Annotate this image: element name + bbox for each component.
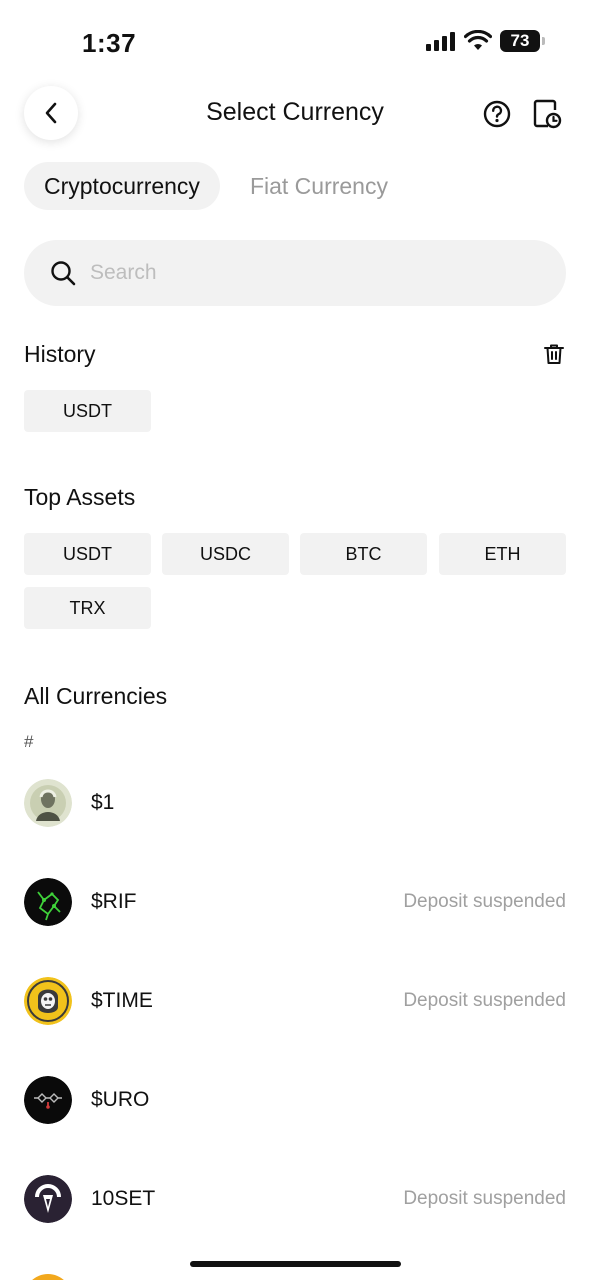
search-bar[interactable] bbox=[24, 240, 566, 306]
status-time: 1:37 bbox=[82, 28, 137, 58]
tab-fiat-currency[interactable]: Fiat Currency bbox=[250, 162, 388, 210]
currency-row-4[interactable]: $URO bbox=[24, 1075, 566, 1125]
one-dollar-icon bbox=[24, 779, 72, 827]
top-asset-chip-btc[interactable]: BTC bbox=[300, 533, 427, 575]
cellular-signal-icon bbox=[426, 32, 455, 51]
history-title: History bbox=[24, 341, 96, 367]
tab-cryptocurrency[interactable]: Cryptocurrency bbox=[24, 162, 220, 210]
time-icon bbox=[24, 977, 72, 1025]
index-letter: # bbox=[24, 732, 34, 751]
order-history-icon[interactable] bbox=[532, 98, 562, 130]
top-assets-title: Top Assets bbox=[24, 484, 136, 510]
top-asset-chip-trx[interactable]: TRX bbox=[24, 587, 151, 629]
currency-name: $1 bbox=[91, 791, 115, 814]
top-asset-chip-usdt[interactable]: USDT bbox=[24, 533, 151, 575]
status-icons: 73 bbox=[426, 30, 545, 52]
uro-icon bbox=[24, 1076, 72, 1124]
trash-icon[interactable] bbox=[542, 342, 566, 366]
currency-name: $RIF bbox=[91, 890, 137, 913]
help-icon[interactable] bbox=[482, 99, 512, 129]
home-indicator[interactable] bbox=[190, 1261, 401, 1267]
next-currency-icon bbox=[24, 1274, 72, 1280]
currency-name: $TIME bbox=[91, 989, 153, 1012]
currency-status: Deposit suspended bbox=[403, 891, 566, 912]
battery-icon: 73 bbox=[500, 30, 545, 52]
search-input[interactable] bbox=[90, 261, 510, 285]
tenset-icon bbox=[24, 1175, 72, 1223]
header: Select Currency bbox=[0, 84, 590, 144]
wifi-icon bbox=[464, 30, 492, 50]
search-icon bbox=[51, 261, 76, 286]
currency-row-3[interactable]: $TIME Deposit suspended bbox=[24, 976, 566, 1026]
top-asset-chip-eth[interactable]: ETH bbox=[439, 533, 566, 575]
currency-row-5[interactable]: 10SET Deposit suspended bbox=[24, 1174, 566, 1224]
currency-row-2[interactable]: $RIF Deposit suspended bbox=[24, 877, 566, 927]
battery-level: 73 bbox=[510, 31, 530, 50]
rif-icon bbox=[24, 878, 72, 926]
currency-status: Deposit suspended bbox=[403, 1188, 566, 1209]
currency-row-1[interactable]: $1 bbox=[24, 778, 566, 828]
currency-type-tabs: Cryptocurrency Fiat Currency bbox=[24, 162, 388, 210]
all-currencies-title: All Currencies bbox=[24, 683, 168, 709]
currency-status: Deposit suspended bbox=[403, 990, 566, 1011]
history-chip-usdt[interactable]: USDT bbox=[24, 390, 151, 432]
currency-name: $URO bbox=[91, 1088, 150, 1111]
currency-name: 10SET bbox=[91, 1187, 156, 1210]
top-asset-chip-usdc[interactable]: USDC bbox=[162, 533, 289, 575]
status-bar: 1:37 73 bbox=[0, 0, 590, 80]
